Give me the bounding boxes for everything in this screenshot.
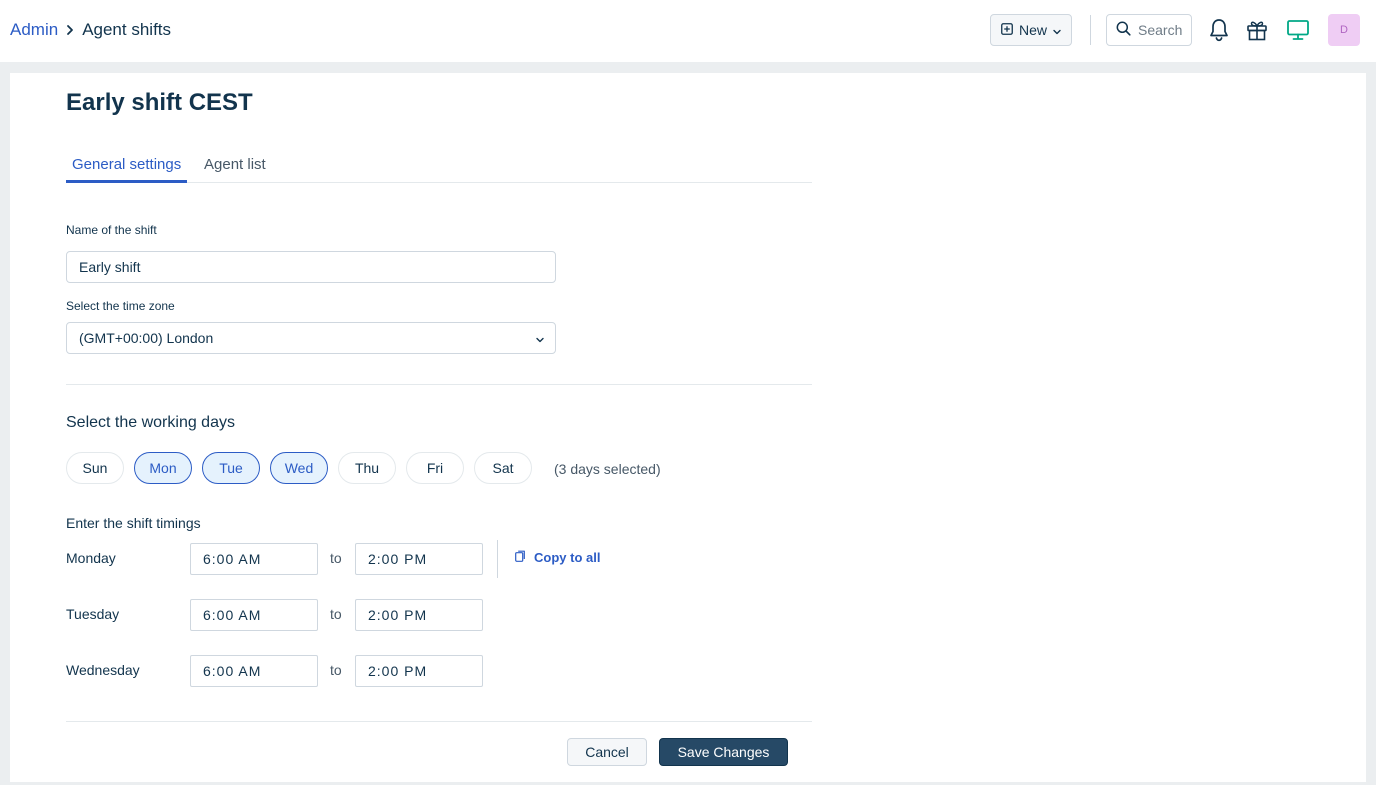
- start-time-value: 6:00 AM: [203, 551, 262, 567]
- end-time-value: 2:00 PM: [368, 551, 428, 567]
- day-toggle-sat[interactable]: Sat: [474, 452, 532, 484]
- tab-agent-list[interactable]: Agent list: [204, 155, 266, 175]
- timing-day-label: Wednesday: [66, 662, 140, 678]
- tab-general-settings[interactable]: General settings: [72, 155, 181, 175]
- plus-square-icon: [1001, 22, 1013, 38]
- shift-name-label: Name of the shift: [66, 223, 157, 237]
- breadcrumb-current: Agent shifts: [82, 20, 172, 39]
- active-tab-indicator: [66, 180, 187, 183]
- copy-to-all-label: Copy to all: [534, 550, 601, 565]
- day-toggle-tue[interactable]: Tue: [202, 452, 260, 484]
- monitor-icon[interactable]: [1285, 17, 1311, 43]
- timezone-value: (GMT+00:00) London: [79, 330, 214, 346]
- user-avatar[interactable]: D: [1328, 14, 1360, 46]
- start-time-input[interactable]: 6:00 AM: [190, 543, 318, 575]
- cancel-button[interactable]: Cancel: [567, 738, 647, 766]
- page-title: Early shift CEST: [66, 89, 253, 116]
- to-label: to: [330, 662, 342, 678]
- to-label: to: [330, 606, 342, 622]
- copy-icon: [515, 549, 526, 567]
- section-divider: [66, 384, 812, 385]
- gift-icon[interactable]: [1244, 17, 1270, 43]
- timezone-select[interactable]: (GMT+00:00) London: [66, 322, 556, 354]
- new-button[interactable]: New: [990, 14, 1072, 46]
- search-box[interactable]: Search: [1106, 14, 1192, 46]
- shift-name-input[interactable]: Early shift: [66, 251, 556, 283]
- save-changes-button[interactable]: Save Changes: [659, 738, 788, 766]
- search-icon: [1116, 21, 1131, 39]
- top-bar: Admin Agent shifts New Search D: [0, 0, 1376, 62]
- end-time-input[interactable]: 2:00 PM: [355, 543, 483, 575]
- start-time-value: 6:00 AM: [203, 607, 262, 623]
- day-toggle-fri[interactable]: Fri: [406, 452, 464, 484]
- timezone-label: Select the time zone: [66, 299, 175, 313]
- days-selected-count: (3 days selected): [554, 461, 661, 477]
- end-time-value: 2:00 PM: [368, 607, 428, 623]
- breadcrumb-admin-link[interactable]: Admin: [10, 19, 58, 41]
- start-time-value: 6:00 AM: [203, 663, 262, 679]
- end-time-value: 2:00 PM: [368, 663, 428, 679]
- shift-name-value: Early shift: [79, 259, 141, 275]
- shift-timings-title: Enter the shift timings: [66, 515, 201, 531]
- day-toggle-wed[interactable]: Wed: [270, 452, 328, 484]
- breadcrumb: Admin Agent shifts: [10, 19, 171, 41]
- topbar-divider: [1090, 15, 1091, 45]
- day-toggle-thu[interactable]: Thu: [338, 452, 396, 484]
- start-time-input[interactable]: 6:00 AM: [190, 599, 318, 631]
- shift-form-container: Early shift CEST General settings Agent …: [66, 73, 812, 782]
- timing-day-label: Monday: [66, 550, 116, 566]
- footer-divider: [66, 721, 812, 722]
- copy-to-all-button[interactable]: Copy to all: [515, 549, 600, 567]
- copy-divider: [497, 540, 498, 578]
- chevron-down-icon: [535, 332, 545, 348]
- start-time-input[interactable]: 6:00 AM: [190, 655, 318, 687]
- day-toggle-mon[interactable]: Mon: [134, 452, 192, 484]
- tab-bar: General settings Agent list: [66, 145, 812, 183]
- new-button-label: New: [1018, 22, 1047, 38]
- working-days-title: Select the working days: [66, 414, 235, 431]
- day-toggle-sun[interactable]: Sun: [66, 452, 124, 484]
- notification-bell-icon[interactable]: [1206, 17, 1232, 43]
- end-time-input[interactable]: 2:00 PM: [355, 655, 483, 687]
- search-placeholder: Search: [1138, 22, 1183, 38]
- shift-card: Early shift CEST General settings Agent …: [10, 73, 1366, 782]
- timing-day-label: Tuesday: [66, 606, 120, 622]
- end-time-input[interactable]: 2:00 PM: [355, 599, 483, 631]
- chevron-down-icon: [1053, 22, 1061, 38]
- chevron-right-icon: [60, 19, 80, 41]
- to-label: to: [330, 550, 342, 566]
